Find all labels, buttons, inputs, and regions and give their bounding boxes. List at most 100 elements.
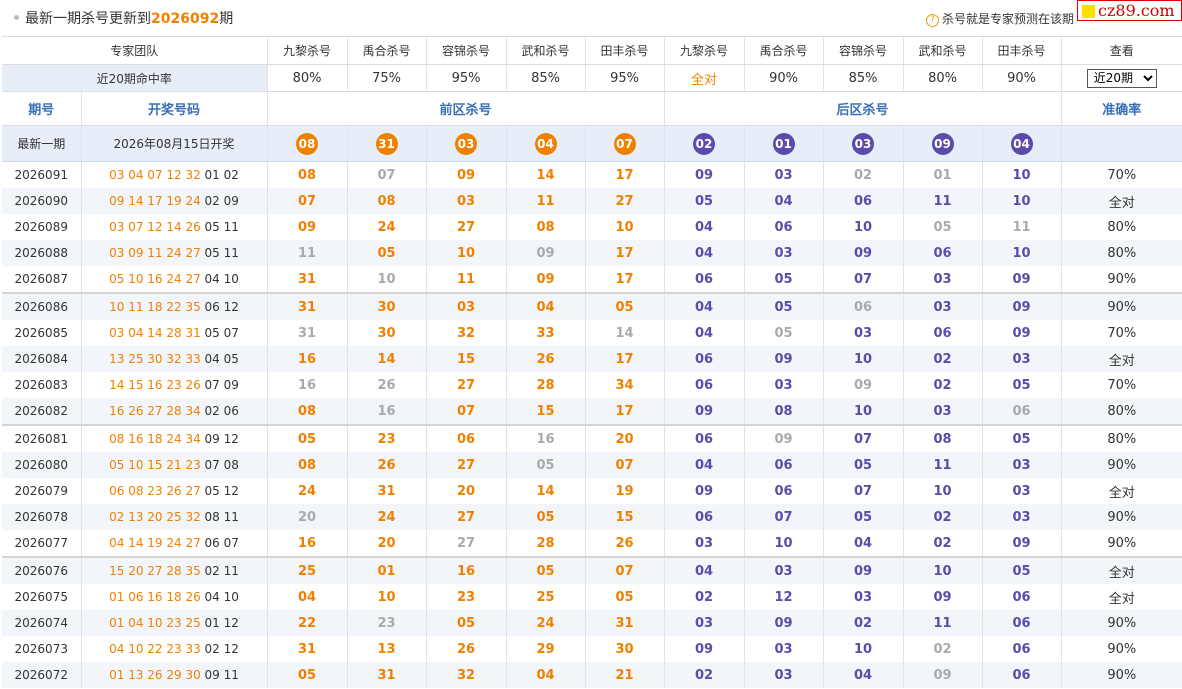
back-kill-heading: 后区杀号 [664, 91, 1062, 126]
front-kill-cell: 31 [267, 320, 348, 346]
front-kill-cell: 33 [506, 320, 586, 346]
back-kill-cell: 06 [744, 478, 824, 504]
front-kill-cell: 23 [347, 610, 427, 636]
back-kill-cell: 10 [823, 214, 904, 240]
draw-numbers-cell: 01 04 10 23 25 01 12 [81, 610, 268, 636]
front-draw-numbers: 03 09 11 24 27 [109, 246, 201, 260]
front-kill-cell: 31 [267, 636, 348, 662]
back-kill-cell: 09 [744, 424, 824, 452]
back-kill-cell: 03 [982, 452, 1062, 478]
period-cell: 2026088 [2, 240, 82, 266]
front-draw-numbers: 15 20 27 28 35 [109, 564, 201, 578]
front-draw-numbers: 04 10 22 23 33 [109, 642, 201, 656]
draw-numbers-cell: 06 08 23 26 27 05 12 [81, 478, 268, 504]
front-kill-cell: 15 [426, 346, 507, 372]
period-cell: 2026072 [2, 662, 82, 688]
back-kill-cell: 02 [903, 530, 983, 557]
front-draw-numbers: 01 13 26 29 30 [109, 668, 201, 682]
draw-numbers-cell: 03 07 12 14 26 05 11 [81, 214, 268, 240]
table-row: 2026091 03 04 07 12 32 01 02 08 07 09 14 17 09 0… [2, 161, 1182, 188]
back-kill-cell: 09 [664, 398, 745, 425]
front-kill-cell: 24 [267, 478, 348, 504]
back-kill-cell: 10 [903, 478, 983, 504]
back-kill-cell: 03 [982, 504, 1062, 530]
period-cell: 2026080 [2, 452, 82, 478]
back-kill-cell: 10 [823, 398, 904, 425]
period-heading: 期号 [2, 91, 82, 126]
period-cell: 2026076 [2, 556, 82, 584]
table-row: 2026079 06 08 23 26 27 05 12 24 31 20 14 19 09 0… [2, 478, 1182, 504]
accuracy-cell: 全对 [1061, 556, 1182, 584]
accuracy-cell: 70% [1107, 167, 1137, 183]
back-kill-cell: 03 [744, 662, 824, 688]
front-kill-cell: 28 [506, 530, 586, 557]
accuracy-heading: 准确率 [1061, 91, 1182, 126]
back-kill-cell: 09 [823, 372, 904, 398]
accuracy-cell: 90% [1061, 452, 1182, 478]
back-kill-cell: 02 [823, 610, 904, 636]
back-kill-cell: 09 [744, 346, 824, 372]
front-draw-numbers: 05 10 15 21 23 [109, 458, 201, 472]
back-kill-cell: 09 [982, 320, 1062, 346]
draw-numbers-cell: 05 10 15 21 23 07 08 [81, 452, 268, 478]
front-kill-cell: 08 [267, 398, 348, 425]
front-kill-cell: 24 [347, 504, 427, 530]
back-kill-cell: 06 [823, 292, 904, 320]
front-kill-cell: 08 [506, 214, 586, 240]
period-cell: 2026091 [2, 161, 82, 188]
logo-square-icon [1082, 5, 1095, 18]
period-cell: 2026090 [2, 188, 82, 214]
table-row: 2026081 08 16 18 24 34 09 12 05 23 06 16 20 06 0… [2, 424, 1182, 452]
front-kill-cell: 08 [267, 161, 348, 188]
back-kill-cell: 06 [664, 372, 745, 398]
hit-rate: 全对 [664, 64, 745, 92]
back-kill-cell: 07 [823, 266, 904, 293]
front-kill-cell: 05 [506, 452, 586, 478]
draw-numbers-cell: 03 09 11 24 27 05 11 [81, 240, 268, 266]
back-kill-cell: 04 [664, 556, 745, 584]
site-logo[interactable]: cz89.com [1077, 0, 1182, 21]
front-kill-cell: 17 [585, 161, 665, 188]
back-draw-numbers: 02 11 [204, 564, 239, 578]
hit-rate-row: 近20期命中率 80% 75% 95% 85% 95% 全对 90% 85% 8… [2, 64, 1182, 92]
front-kill-cell: 14 [585, 320, 665, 346]
front-kill-cell: 32 [426, 662, 507, 688]
back-kill-cell: 09 [664, 478, 745, 504]
expert-column: 武和杀号 [506, 36, 586, 65]
back-kill-cell: 09 [982, 292, 1062, 320]
front-kill-cell: 20 [267, 504, 348, 530]
back-kill-cell: 09 [982, 530, 1062, 557]
front-kill-cell: 10 [347, 584, 427, 610]
back-kill-cell: 06 [982, 398, 1062, 425]
back-kill-cell: 05 [982, 424, 1062, 452]
front-kill-cell: 05 [267, 662, 348, 688]
back-kill-cell: 04 [664, 292, 745, 320]
table-row: 2026080 05 10 15 21 23 07 08 08 26 27 05 07 04 0… [2, 452, 1182, 478]
hit-rate: 90% [982, 64, 1062, 92]
front-kill-cell: 08 [267, 452, 348, 478]
back-draw-numbers: 05 11 [204, 220, 239, 234]
back-kill-cell: 02 [903, 504, 983, 530]
front-kill-cell: 23 [347, 424, 427, 452]
front-kill-cell: 21 [585, 662, 665, 688]
front-kill-cell: 05 [347, 240, 427, 266]
front-kill-cell: 30 [585, 636, 665, 662]
back-kill-cell: 06 [982, 610, 1062, 636]
period-cell: 2026081 [2, 424, 82, 452]
front-kill-cell: 31 [347, 662, 427, 688]
back-kill-cell: 08 [903, 424, 983, 452]
expert-column: 禹合杀号 [744, 36, 824, 65]
period-cell: 2026074 [2, 610, 82, 636]
kill-number-table: 专家团队 九黎杀号 禹合杀号 容锦杀号 武和杀号 田丰杀号 九黎杀号 禹合杀号 … [2, 36, 1182, 688]
accuracy-cell: 全对 [1061, 188, 1182, 214]
front-kill-cell: 20 [585, 424, 665, 452]
period-select-cell: 近20期 [1061, 64, 1182, 92]
front-kill-cell: 09 [506, 240, 586, 266]
period-range-select[interactable]: 近20期 [1086, 68, 1157, 88]
back-kill-cell: 03 [982, 478, 1062, 504]
front-draw-numbers: 03 04 14 28 31 [109, 326, 201, 340]
period-cell: 2026079 [2, 478, 82, 504]
back-kill-cell: 10 [903, 556, 983, 584]
back-kill-cell: 03 [903, 398, 983, 425]
back-kill-cell: 05 [823, 504, 904, 530]
